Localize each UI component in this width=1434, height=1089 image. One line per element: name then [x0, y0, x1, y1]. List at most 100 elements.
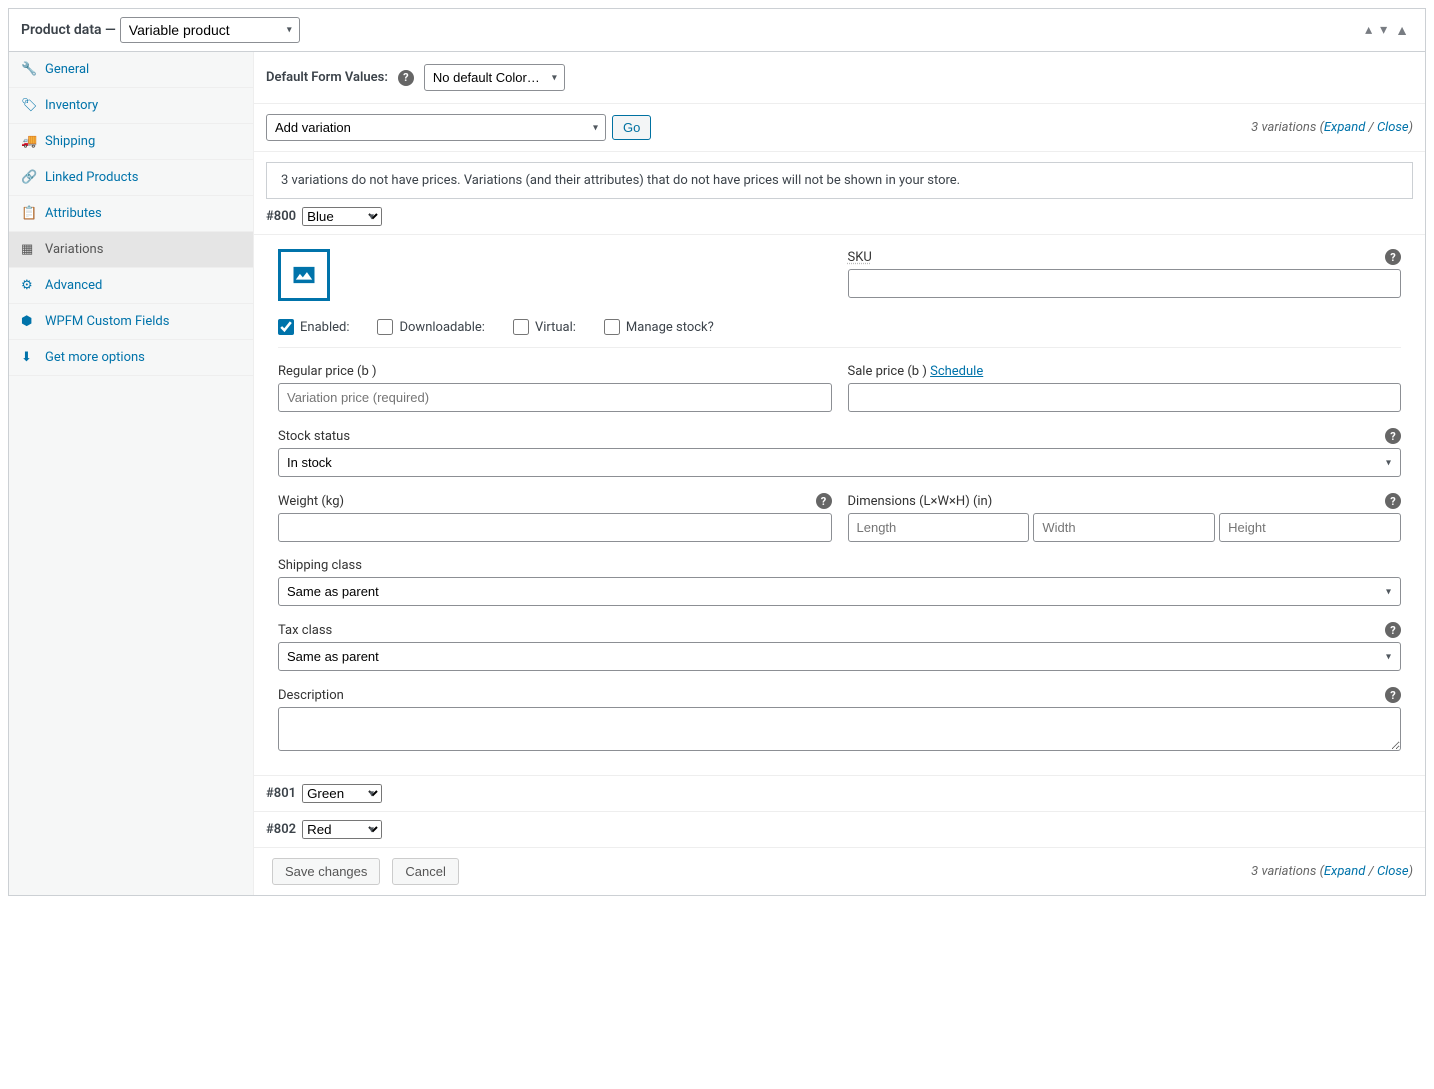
- dimensions-label: Dimensions (L×W×H) (in): [848, 494, 993, 509]
- regular-price-label: Regular price (b ): [278, 364, 377, 379]
- manage-stock-check[interactable]: Manage stock?: [604, 319, 714, 335]
- sidebar-item-label: Get more options: [45, 350, 145, 365]
- variation-id: #801: [266, 786, 296, 801]
- sale-price-input[interactable]: [848, 383, 1402, 412]
- price-notice: 3 variations do not have prices. Variati…: [266, 162, 1413, 199]
- help-icon[interactable]: ?: [1385, 622, 1401, 638]
- variations-footer: Save changes Cancel 3 variations (Expand…: [254, 847, 1425, 895]
- schedule-link[interactable]: Schedule: [930, 364, 983, 379]
- sidebar-item-label: Shipping: [45, 134, 95, 149]
- description-label: Description: [278, 688, 344, 703]
- variation-802-header[interactable]: #802 Red: [254, 811, 1425, 847]
- sale-price-label: Sale price (b ): [848, 364, 927, 379]
- grid-icon: ▦: [21, 242, 37, 257]
- help-icon[interactable]: ?: [1385, 249, 1401, 265]
- sidebar: 🔧 General 🏷Inventory 🚚 Shipping 🔗 Linked Pr…: [9, 52, 254, 895]
- gear-icon: ⚙: [21, 278, 37, 293]
- link-icon: 🔗: [21, 170, 37, 185]
- weight-label: Weight (kg): [278, 494, 344, 509]
- help-icon[interactable]: ?: [398, 70, 414, 86]
- shipping-class-select[interactable]: Same as parent: [278, 577, 1401, 606]
- close-link[interactable]: Close: [1377, 120, 1409, 135]
- sidebar-item-advanced[interactable]: ⚙ Advanced: [9, 268, 253, 304]
- variation-800-body: SKU? Enabled: Downloadable: Virtual: Man…: [254, 234, 1425, 775]
- chevron-down-icon[interactable]: ▾: [1376, 22, 1391, 38]
- regular-price-input[interactable]: [278, 383, 832, 412]
- tag-icon: 🏷: [21, 98, 37, 113]
- sidebar-item-inventory[interactable]: 🏷Inventory: [9, 88, 253, 124]
- sidebar-item-label: Variations: [45, 242, 103, 257]
- default-color-select[interactable]: No default Color…: [424, 64, 565, 91]
- downloadable-checkbox[interactable]: [377, 319, 393, 335]
- variation-id: #800: [266, 209, 296, 224]
- help-icon[interactable]: ?: [816, 493, 832, 509]
- variation-802-color[interactable]: Red: [302, 820, 382, 839]
- width-input[interactable]: [1033, 513, 1215, 542]
- variation-801-color[interactable]: Green: [302, 784, 382, 803]
- product-type-select[interactable]: Variable product: [120, 17, 300, 43]
- product-data-panel: Product data — Variable product ▴ ▾ ▲ 🔧 G…: [8, 8, 1426, 896]
- sidebar-item-label: WPFM Custom Fields: [45, 314, 169, 329]
- go-button[interactable]: Go: [612, 115, 651, 140]
- sidebar-item-label: Advanced: [45, 278, 102, 293]
- default-form-values-row: Default Form Values: ? No default Color…: [254, 52, 1425, 104]
- variations-meta-bottom: 3 variations (Expand / Close): [1251, 864, 1413, 879]
- sidebar-item-attributes[interactable]: 📋 Attributes: [9, 196, 253, 232]
- variations-content: Default Form Values: ? No default Color……: [254, 52, 1425, 895]
- chevron-up-icon[interactable]: ▴: [1361, 22, 1376, 38]
- enabled-check[interactable]: Enabled:: [278, 319, 349, 335]
- sidebar-item-general[interactable]: 🔧 General: [9, 52, 253, 88]
- variation-checks: Enabled: Downloadable: Virtual: Manage s…: [278, 305, 1401, 348]
- enabled-checkbox[interactable]: [278, 319, 294, 335]
- triangle-up-icon[interactable]: ▲: [1391, 22, 1413, 39]
- expand-link[interactable]: Expand: [1324, 120, 1365, 135]
- sidebar-item-shipping[interactable]: 🚚 Shipping: [9, 124, 253, 160]
- panel-title: Product data —: [21, 22, 116, 38]
- variation-id: #802: [266, 822, 296, 837]
- variation-toolbar: Add variation Go 3 variations (Expand / …: [254, 104, 1425, 152]
- sku-input[interactable]: [848, 269, 1402, 298]
- sidebar-item-label: Attributes: [45, 206, 102, 221]
- virtual-check[interactable]: Virtual:: [513, 319, 576, 335]
- wrench-icon: 🔧: [21, 62, 37, 77]
- variations-meta: 3 variations (Expand / Close): [1251, 120, 1413, 135]
- variation-801-header[interactable]: #801 Green: [254, 775, 1425, 811]
- variation-800-color[interactable]: Blue: [302, 207, 382, 226]
- image-icon: [289, 261, 319, 289]
- expand-link[interactable]: Expand: [1324, 864, 1365, 879]
- sidebar-item-variations[interactable]: ▦ Variations: [9, 232, 253, 268]
- sidebar-item-wpfm[interactable]: ⬢ WPFM Custom Fields: [9, 304, 253, 340]
- description-input[interactable]: [278, 707, 1401, 751]
- weight-input[interactable]: [278, 513, 832, 542]
- close-link[interactable]: Close: [1377, 864, 1409, 879]
- cancel-button[interactable]: Cancel: [392, 858, 458, 885]
- tax-class-label: Tax class: [278, 623, 332, 638]
- shipping-class-label: Shipping class: [278, 558, 362, 573]
- tax-class-select[interactable]: Same as parent: [278, 642, 1401, 671]
- list-icon: 📋: [21, 206, 37, 221]
- help-icon[interactable]: ?: [1385, 493, 1401, 509]
- variation-800-header[interactable]: #800 Blue: [254, 199, 1425, 234]
- cube-icon: ⬢: [21, 314, 37, 329]
- variation-image-placeholder[interactable]: [278, 249, 330, 301]
- stock-status-label: Stock status: [278, 429, 350, 444]
- default-label: Default Form Values:: [266, 70, 388, 85]
- variation-action-select[interactable]: Add variation: [266, 114, 606, 141]
- sku-label: SKU: [848, 250, 872, 265]
- sidebar-item-linked[interactable]: 🔗 Linked Products: [9, 160, 253, 196]
- manage-stock-checkbox[interactable]: [604, 319, 620, 335]
- help-icon[interactable]: ?: [1385, 428, 1401, 444]
- download-icon: ⬇: [21, 350, 37, 365]
- sidebar-item-label: General: [45, 62, 89, 77]
- sidebar-item-more[interactable]: ⬇ Get more options: [9, 340, 253, 376]
- sidebar-item-label: Linked Products: [45, 170, 138, 185]
- downloadable-check[interactable]: Downloadable:: [377, 319, 484, 335]
- truck-icon: 🚚: [21, 134, 37, 149]
- save-changes-button[interactable]: Save changes: [272, 858, 380, 885]
- length-input[interactable]: [848, 513, 1030, 542]
- virtual-checkbox[interactable]: [513, 319, 529, 335]
- stock-status-select[interactable]: In stock: [278, 448, 1401, 477]
- help-icon[interactable]: ?: [1385, 687, 1401, 703]
- panel-header: Product data — Variable product ▴ ▾ ▲: [9, 9, 1425, 52]
- height-input[interactable]: [1219, 513, 1401, 542]
